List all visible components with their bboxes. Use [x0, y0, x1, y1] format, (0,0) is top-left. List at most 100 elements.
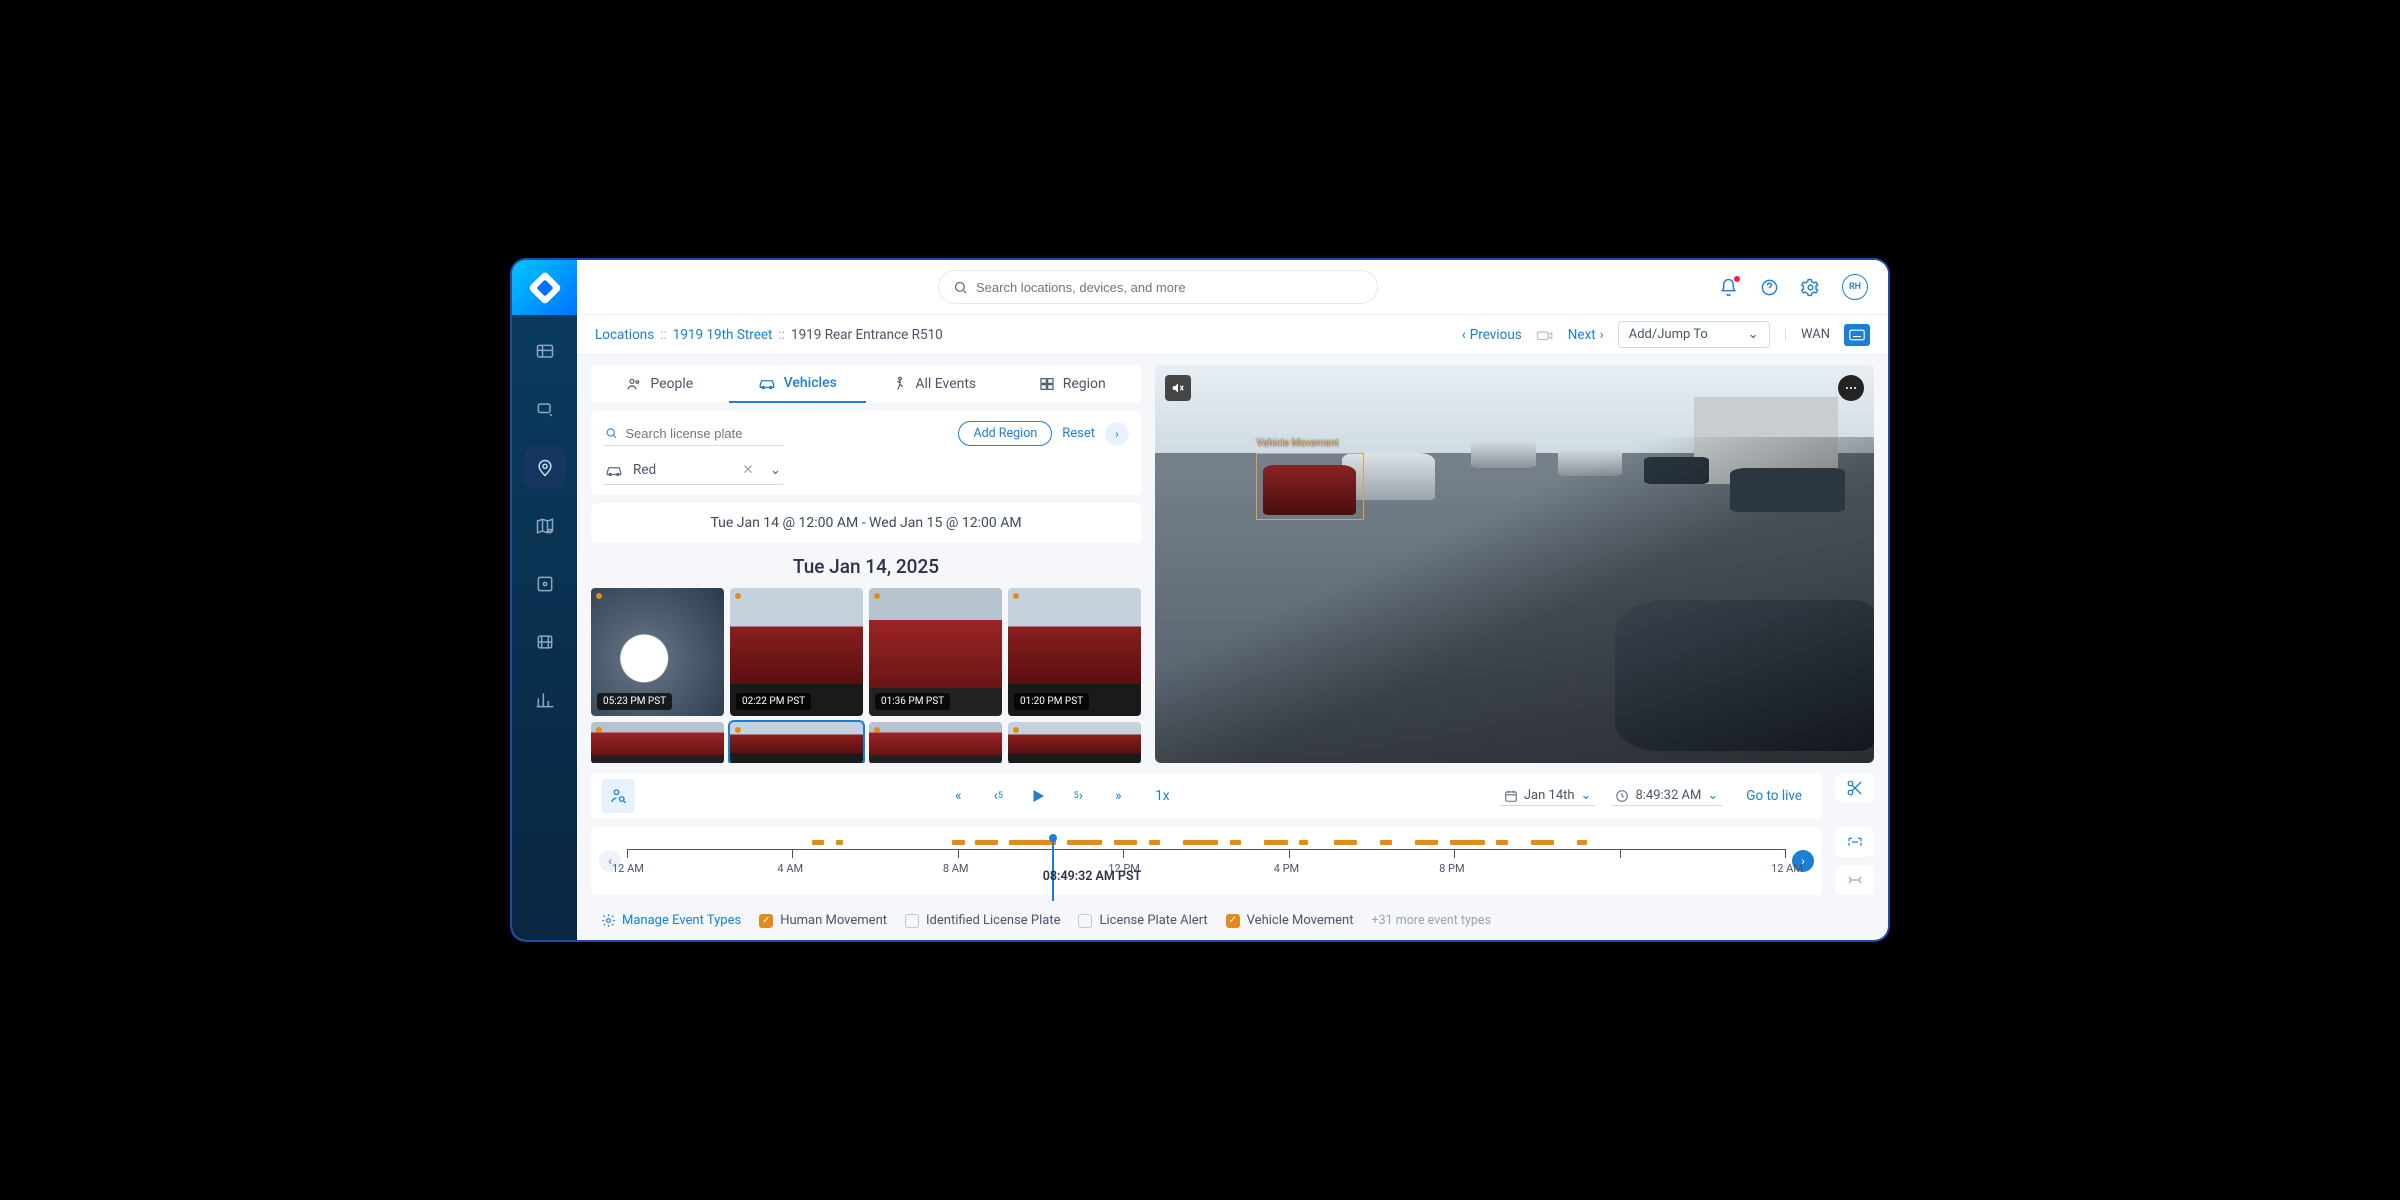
main: RH Locations :: 1919 19th Street :: 1919…	[577, 260, 1888, 940]
reset-filters-link[interactable]: Reset	[1062, 426, 1095, 441]
sidebar-devices-icon[interactable]	[524, 389, 566, 431]
event-thumbnail[interactable]: 05:23 PM PST	[591, 588, 724, 716]
zoom-in-timeline-button[interactable]	[1836, 827, 1874, 857]
date-heading: Tue Jan 14, 2025	[591, 555, 1141, 578]
event-type-identified-plate[interactable]: Identified License Plate	[905, 913, 1060, 928]
clip-button[interactable]	[1836, 773, 1874, 803]
more-icon	[1844, 381, 1858, 395]
mute-button[interactable]	[1165, 375, 1191, 401]
connection-label: WAN	[1801, 327, 1830, 342]
app-frame: RH Locations :: 1919 19th Street :: 1919…	[512, 260, 1888, 940]
date-picker[interactable]: Jan 14th⌄	[1500, 786, 1596, 806]
event-thumbnail-selected[interactable]	[730, 722, 863, 763]
gear-icon	[601, 913, 616, 928]
walk-icon	[893, 376, 907, 392]
topbar: RH	[577, 260, 1888, 315]
help-icon	[1760, 278, 1779, 297]
video-panel[interactable]: Vehicle Movement	[1155, 365, 1874, 763]
timeline-cursor-label: 08:49:32 AM PST	[1043, 869, 1142, 884]
more-event-types-link[interactable]: +31 more event types	[1371, 913, 1491, 928]
camera-indicator-icon	[1536, 328, 1554, 342]
event-thumbnail[interactable]: 01:36 PM PST	[869, 588, 1002, 716]
tab-region[interactable]: Region	[1004, 365, 1142, 403]
event-type-plate-alert[interactable]: License Plate Alert	[1078, 913, 1207, 928]
filters-card: Add Region Reset › Red ✕ ⌄	[591, 411, 1141, 495]
region-icon	[1039, 376, 1055, 392]
detection-label: Vehicle Movement	[1257, 438, 1339, 449]
event-thumbnail[interactable]	[591, 722, 724, 763]
tab-people[interactable]: People	[591, 365, 729, 403]
manage-event-types-button[interactable]: Manage Event Types	[601, 913, 741, 928]
detection-box: Vehicle Movement	[1256, 453, 1364, 521]
event-type-human-movement[interactable]: ✓Human Movement	[759, 913, 887, 928]
add-region-button[interactable]: Add Region	[958, 421, 1052, 446]
sidebar-map-icon[interactable]	[524, 505, 566, 547]
settings-button[interactable]	[1801, 278, 1820, 297]
event-thumbnail[interactable]: 02:22 PM PST	[730, 588, 863, 716]
skip-back-button[interactable]: «	[941, 779, 975, 813]
search-icon	[605, 426, 617, 440]
expand-filters-button[interactable]: ›	[1105, 422, 1129, 446]
global-search[interactable]	[938, 270, 1378, 304]
step-forward-button[interactable]: 5›	[1061, 779, 1095, 813]
license-plate-search[interactable]	[603, 422, 783, 446]
sidebar	[512, 260, 577, 940]
zoom-out-icon	[1846, 873, 1864, 887]
zoom-out-timeline-button[interactable]	[1836, 865, 1874, 895]
chevron-down-icon: ⌄	[1748, 327, 1759, 342]
time-picker[interactable]: 8:49:32 AM⌄	[1611, 786, 1722, 806]
play-icon	[1029, 787, 1047, 805]
keyboard-shortcuts-button[interactable]	[1844, 324, 1870, 346]
sidebar-focus-icon[interactable]	[524, 563, 566, 605]
playback-speed[interactable]: 1x	[1155, 788, 1169, 804]
playback-controls: « ‹5 5› » 1x Jan 14th⌄ 8:49:32 AM⌄ Go to…	[591, 773, 1822, 819]
timeline-events	[627, 837, 1786, 847]
sidebar-dashboard-icon[interactable]	[524, 331, 566, 373]
global-search-input[interactable]	[976, 280, 1363, 295]
checkbox-icon	[1078, 914, 1092, 928]
event-thumbnail[interactable]	[1008, 722, 1141, 763]
video-more-button[interactable]	[1838, 375, 1864, 401]
search-icon	[953, 280, 968, 295]
left-panel: People Vehicles All Events Region Add Re…	[591, 365, 1141, 763]
event-thumbnail[interactable]	[869, 722, 1002, 763]
previous-camera-button[interactable]: ‹ Previous	[1462, 327, 1522, 343]
tab-vehicles[interactable]: Vehicles	[729, 365, 867, 403]
filter-tabs: People Vehicles All Events Region	[591, 365, 1141, 403]
user-avatar[interactable]: RH	[1842, 274, 1868, 300]
video-feed: Vehicle Movement	[1155, 365, 1874, 763]
sidebar-analytics-icon[interactable]	[524, 679, 566, 721]
date-range-display[interactable]: Tue Jan 14 @ 12:00 AM - Wed Jan 15 @ 12:…	[591, 503, 1141, 543]
breadcrumb-bar: Locations :: 1919 19th Street :: 1919 Re…	[577, 315, 1888, 355]
speaker-mute-icon	[1171, 381, 1185, 395]
zoom-in-icon	[1846, 835, 1864, 849]
notifications-button[interactable]	[1719, 278, 1738, 297]
sidebar-clips-icon[interactable]	[524, 621, 566, 663]
color-filter[interactable]: Red ✕ ⌄	[603, 456, 783, 485]
step-back-button[interactable]: ‹5	[981, 779, 1015, 813]
search-motion-button[interactable]	[601, 779, 635, 813]
event-thumbnail[interactable]: 01:20 PM PST	[1008, 588, 1141, 716]
go-to-live-button[interactable]: Go to live	[1746, 788, 1802, 804]
play-button[interactable]	[1021, 779, 1055, 813]
person-search-icon	[609, 787, 627, 805]
next-camera-button[interactable]: Next ›	[1568, 327, 1604, 343]
sidebar-location-icon[interactable]	[524, 447, 566, 489]
checkbox-checked-icon: ✓	[759, 914, 773, 928]
tab-all-events[interactable]: All Events	[866, 365, 1004, 403]
clear-color-filter[interactable]: ✕	[742, 462, 753, 478]
timeline[interactable]: ‹ › 12 AM 4 AM 8 AM 12 PM 4 PM	[591, 827, 1822, 895]
event-type-vehicle-movement[interactable]: ✓Vehicle Movement	[1226, 913, 1354, 928]
breadcrumb-root[interactable]: Locations	[595, 327, 654, 343]
skip-forward-button[interactable]: »	[1101, 779, 1135, 813]
event-types-bar: Manage Event Types ✓Human Movement Ident…	[591, 905, 1874, 940]
jump-to-dropdown[interactable]: Add/Jump To⌄	[1618, 321, 1770, 348]
brand-logo[interactable]	[512, 260, 577, 315]
calendar-icon	[1504, 789, 1518, 803]
license-plate-input[interactable]	[625, 426, 781, 441]
breadcrumb-location[interactable]: 1919 19th Street	[673, 327, 773, 343]
notification-dot	[1734, 276, 1740, 282]
thumbnail-grid: 05:23 PM PST 02:22 PM PST 01:36 PM PST 0…	[591, 588, 1141, 763]
chevron-down-icon: ⌄	[770, 462, 781, 478]
help-button[interactable]	[1760, 278, 1779, 297]
